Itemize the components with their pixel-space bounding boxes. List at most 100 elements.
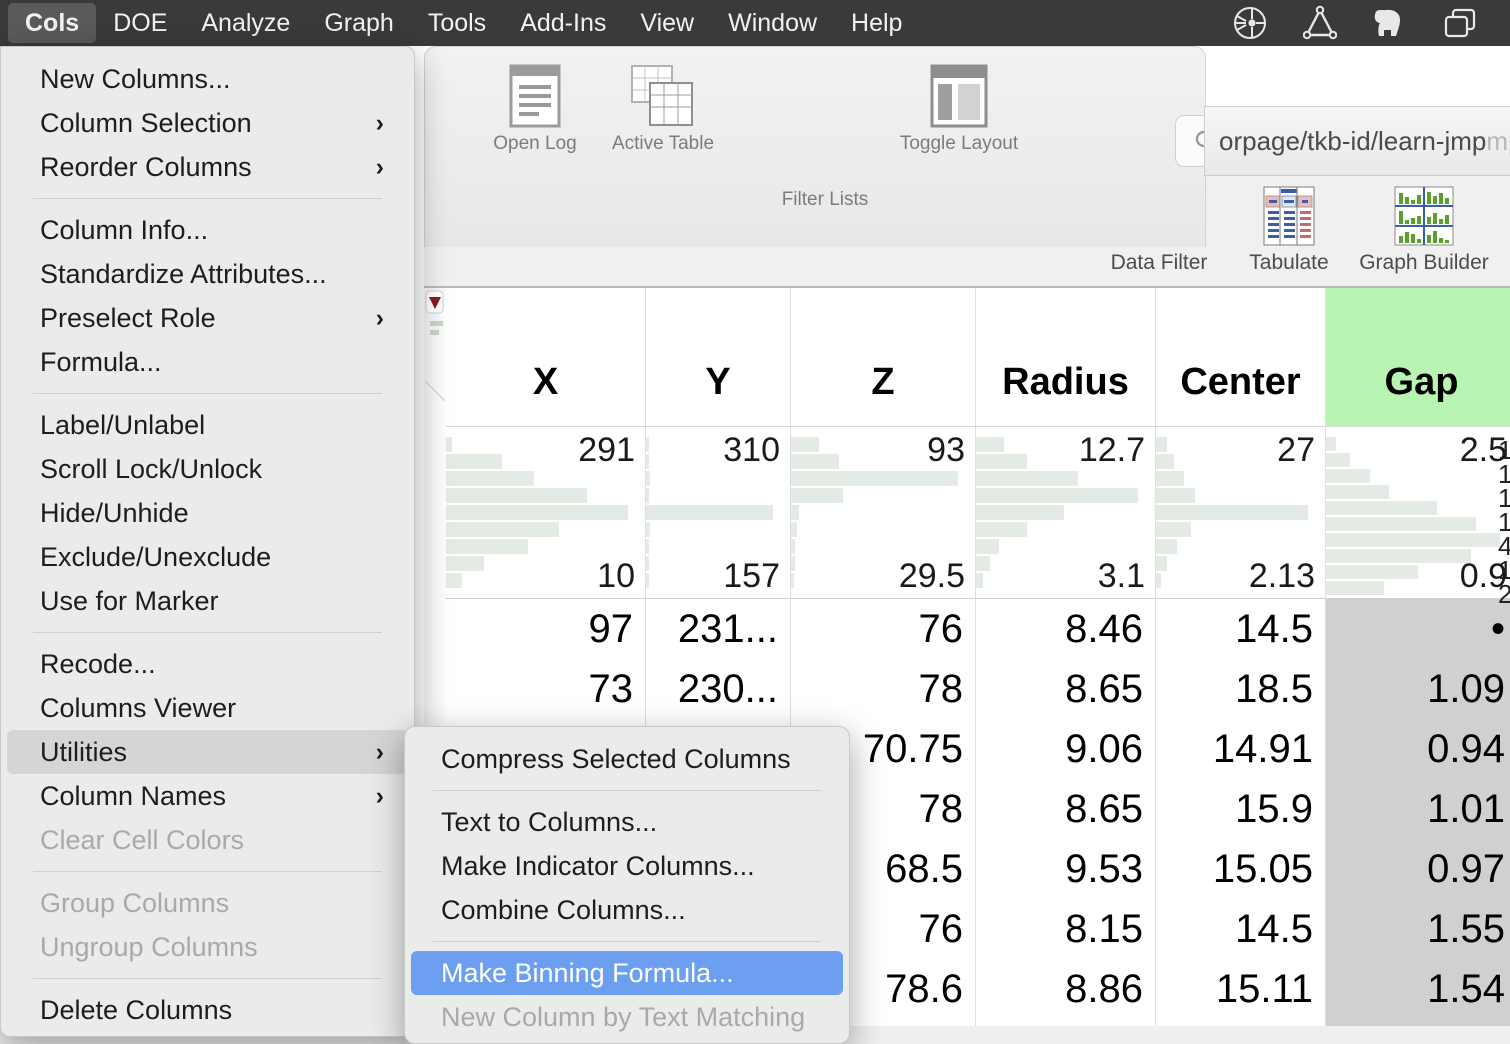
toolbar-button-tabulate[interactable]: Tabulate	[1214, 184, 1364, 275]
histogram-bar	[446, 573, 462, 588]
submenu-item-new-column-by-text-matching: New Column by Text Matching	[411, 995, 843, 1039]
menu-bar-status-items[interactable]	[1230, 3, 1510, 43]
triangle-nodes-icon[interactable]	[1300, 3, 1340, 43]
menu-cols[interactable]: Cols	[8, 3, 96, 43]
column-header-label: X	[533, 361, 558, 404]
table-cell[interactable]: 1.54	[1326, 959, 1510, 1019]
table-cell[interactable]: 8.65	[976, 659, 1156, 719]
menu-item-exclude-unexclude[interactable]: Exclude/Unexclude	[7, 535, 408, 579]
table-cell[interactable]: 18.5	[1156, 659, 1326, 719]
table-cell[interactable]: 9.53	[976, 839, 1156, 899]
table-cell[interactable]: 0.97	[1326, 839, 1510, 899]
menu-view[interactable]: View	[623, 3, 711, 43]
histogram-bar	[1326, 485, 1389, 499]
menu-add-ins[interactable]: Add-Ins	[503, 3, 623, 43]
column-header-y[interactable]: Y	[646, 285, 791, 427]
table-cell[interactable]: 15.11	[1156, 959, 1326, 1019]
toolbar-button-open-log[interactable]: Open Log	[475, 63, 595, 155]
windows-stack-icon[interactable]	[1440, 3, 1480, 43]
panel-layout-icon	[928, 63, 990, 129]
table-cell[interactable]: 8.86	[976, 959, 1156, 1019]
summary-max-value: 310	[723, 431, 780, 470]
menu-item-scroll-lock-unlock[interactable]: Scroll Lock/Unlock	[7, 447, 408, 491]
submenu-item-make-indicator-columns[interactable]: Make Indicator Columns...	[411, 844, 843, 888]
primary-toolbar[interactable]: Open Log Active Table Filter Lists	[424, 46, 1206, 247]
menu-item-label: Preselect Role	[40, 303, 216, 334]
table-cell[interactable]: 14.5	[1156, 899, 1326, 959]
table-cell[interactable]: 14.5	[1156, 599, 1326, 659]
histogram-bar	[646, 556, 649, 571]
histogram-bar	[1156, 522, 1191, 537]
table-cell[interactable]: 15.9	[1156, 779, 1326, 839]
menu-help[interactable]: Help	[834, 3, 919, 43]
table-cell[interactable]: 76	[791, 599, 976, 659]
elephant-icon[interactable]	[1370, 3, 1410, 43]
menu-item-label-unlabel[interactable]: Label/Unlabel	[7, 403, 408, 447]
table-cell[interactable]: 0.94	[1326, 719, 1510, 779]
menu-item-utilities[interactable]: Utilities›	[7, 730, 408, 774]
utilities-submenu[interactable]: Compress Selected Columns Text to Columns…	[404, 726, 850, 1044]
menu-analyze[interactable]: Analyze	[184, 3, 307, 43]
menu-window[interactable]: Window	[711, 3, 834, 43]
histogram-bar	[791, 522, 797, 537]
table-cell[interactable]: 0.9	[1326, 1019, 1510, 1026]
table-cell[interactable]: 1.09	[1326, 659, 1510, 719]
menu-doe[interactable]: DOE	[96, 3, 184, 43]
summary-min-value: 10	[597, 557, 635, 596]
table-cell[interactable]: 9.06	[976, 719, 1156, 779]
table-cell[interactable]: 8.46	[976, 599, 1156, 659]
menu-tools[interactable]: Tools	[411, 3, 503, 43]
menu-graph[interactable]: Graph	[307, 3, 410, 43]
menu-item-column-selection[interactable]: Column Selection›	[7, 101, 408, 145]
menu-bar[interactable]: Cols DOE Analyze Graph Tools Add-Ins Vie…	[0, 0, 1510, 46]
table-row[interactable]: 197231...768.4614.5•	[446, 599, 1510, 659]
column-header-z[interactable]: Z	[791, 285, 976, 427]
table-cell[interactable]: 78	[791, 659, 976, 719]
table-cell[interactable]: 15.05	[1156, 839, 1326, 899]
table-cell[interactable]: 1.55	[1326, 899, 1510, 959]
target-wheel-icon[interactable]	[1230, 3, 1270, 43]
table-cell[interactable]: •	[1326, 599, 1510, 659]
table-cell[interactable]: 19	[1156, 1019, 1326, 1026]
submenu-item-label: Text to Columns...	[441, 807, 657, 838]
toolbar-button-toggle-layout[interactable]: Toggle Layout	[869, 63, 1049, 155]
menu-item-group-columns: Group Columns	[7, 881, 408, 925]
menu-item-preselect-role[interactable]: Preselect Role›	[7, 296, 408, 340]
column-header-radius[interactable]: Radius	[976, 285, 1156, 427]
table-cell[interactable]: 1.01	[1326, 779, 1510, 839]
column-header-x[interactable]: X	[446, 285, 646, 427]
browser-url-bar[interactable]: orpage/tkb-id/learn-jmpmp	[1204, 106, 1510, 176]
table-cell[interactable]: 14.91	[1156, 719, 1326, 779]
menu-item-use-for-marker[interactable]: Use for Marker	[7, 579, 408, 623]
menu-item-columns-viewer[interactable]: Columns Viewer	[7, 686, 408, 730]
menu-item-standardize-attributes[interactable]: Standardize Attributes...	[7, 252, 408, 296]
submenu-item-compress-selected-columns[interactable]: Compress Selected Columns	[411, 737, 843, 781]
column-header-center[interactable]: Center	[1156, 285, 1326, 427]
table-cell[interactable]: 8.65	[976, 779, 1156, 839]
menu-item-column-names[interactable]: Column Names›	[7, 774, 408, 818]
table-cell[interactable]: 231...	[646, 599, 791, 659]
menu-item-recode[interactable]: Recode...	[7, 642, 408, 686]
table-cell[interactable]: 230...	[646, 659, 791, 719]
submenu-item-make-binning-formula[interactable]: Make Binning Formula...	[411, 951, 843, 995]
table-cell[interactable]: 73	[446, 659, 646, 719]
column-header-gap[interactable]: Gap	[1326, 285, 1510, 427]
toolbar-button-graph-builder[interactable]: Graph Builder	[1349, 184, 1499, 275]
toolbar-label: Graph Builder	[1349, 251, 1499, 275]
menu-item-delete-columns[interactable]: Delete Columns	[7, 988, 408, 1032]
menu-item-formula[interactable]: Formula...	[7, 340, 408, 384]
toolbar-button-active-table[interactable]: Active Table	[588, 63, 738, 155]
table-cell[interactable]: 8.15	[976, 1019, 1156, 1026]
menu-item-new-columns[interactable]: New Columns...	[7, 57, 408, 101]
table-cell[interactable]: 8.15	[976, 899, 1156, 959]
cols-dropdown-menu[interactable]: New Columns...Column Selection›Reorder C…	[0, 46, 415, 1037]
menu-item-column-info[interactable]: Column Info...	[7, 208, 408, 252]
submenu-item-combine-columns[interactable]: Combine Columns...	[411, 888, 843, 932]
table-cell[interactable]: 97	[446, 599, 646, 659]
submenu-item-text-to-columns[interactable]: Text to Columns...	[411, 800, 843, 844]
menu-item-reorder-columns[interactable]: Reorder Columns›	[7, 145, 408, 189]
menu-item-hide-unhide[interactable]: Hide/Unhide	[7, 491, 408, 535]
chevron-right-icon: ›	[376, 109, 384, 138]
table-row[interactable]: 273230...788.6518.51.09	[446, 659, 1510, 719]
histogram-bar	[646, 437, 649, 452]
